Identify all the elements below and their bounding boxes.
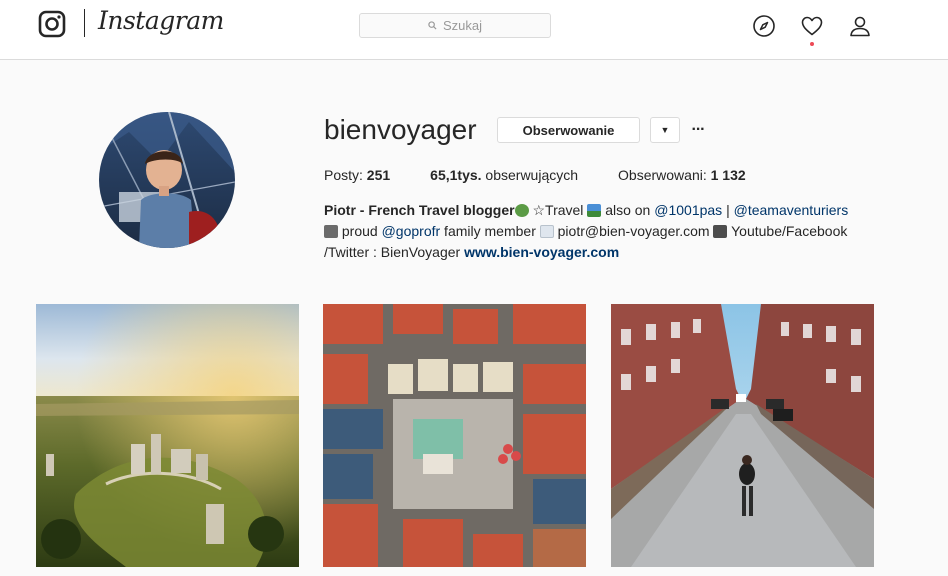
posts-label: Posty: [324, 167, 363, 183]
profile-avatar[interactable] [99, 112, 235, 248]
post-thumbnail-1[interactable] [36, 304, 299, 567]
instagram-wordmark[interactable]: Instagram [98, 6, 224, 35]
mention-1001pas-link[interactable]: @1001pas [654, 202, 722, 218]
bio-text-proud: proud [338, 223, 382, 239]
followers-label: obserwujących [485, 167, 579, 183]
bio-text-also: also on [601, 202, 655, 218]
search-placeholder: Szukaj [442, 18, 483, 33]
bio-separator: | [722, 202, 734, 218]
more-options-button[interactable]: ··· [690, 117, 706, 143]
notification-dot [810, 42, 814, 46]
landscape-emoji-icon [587, 204, 602, 217]
castle-ruins-photo [36, 304, 299, 567]
followers-count[interactable]: 65,1tys. obserwujących [430, 166, 578, 184]
bio-text-travel: ☆Travel [528, 202, 588, 218]
website-link[interactable]: www.bien-voyager.com [464, 244, 619, 260]
mention-goprofr-link[interactable]: @goprofr [382, 223, 441, 239]
search-icon [428, 21, 437, 30]
bio-email: piotr@bien-voyager.com [553, 223, 714, 239]
profile-stats: Posty: 251 65,1tys. obserwujących Obserw… [324, 166, 786, 184]
bio-full-name: Piotr - French Travel blogger [324, 202, 515, 218]
posts-count: Posty: 251 [324, 166, 390, 184]
explore-compass-icon[interactable] [752, 14, 776, 38]
following-value: 1 132 [710, 167, 746, 183]
profile-bio: Piotr - French Travel blogger ☆Travel al… [324, 200, 884, 263]
cobblestone-street-photo [611, 304, 874, 567]
following-count[interactable]: Obserwowani: 1 132 [618, 166, 746, 184]
camera-emoji-icon [324, 225, 338, 238]
post-thumbnail-3[interactable] [611, 304, 874, 567]
search-input[interactable]: Szukaj [359, 13, 551, 38]
profile-username: bienvoyager [324, 114, 477, 145]
mention-teamaventuriers-link[interactable]: @teamaventuriers [734, 202, 849, 218]
followers-value: 65,1tys. [430, 167, 482, 183]
avatar-photo [99, 112, 235, 248]
bio-text-family: family member [440, 223, 540, 239]
heart-icon[interactable] [800, 14, 824, 38]
town-square-photo [323, 304, 586, 567]
posts-value: 251 [366, 167, 391, 183]
top-navigation: Instagram Szukaj [0, 0, 948, 60]
post-thumbnail-2[interactable] [323, 304, 586, 567]
profile-icon[interactable] [848, 14, 872, 38]
suggestions-dropdown-button[interactable]: ▼ [650, 117, 680, 143]
movie-camera-emoji-icon [713, 225, 728, 238]
following-button[interactable]: Obserwowanie [497, 117, 640, 143]
instagram-glyph-icon[interactable] [38, 10, 66, 38]
envelope-emoji-icon [539, 225, 554, 238]
globe-emoji-icon [514, 204, 529, 217]
nav-divider [84, 9, 85, 37]
following-label: Obserwowani: [618, 167, 707, 183]
